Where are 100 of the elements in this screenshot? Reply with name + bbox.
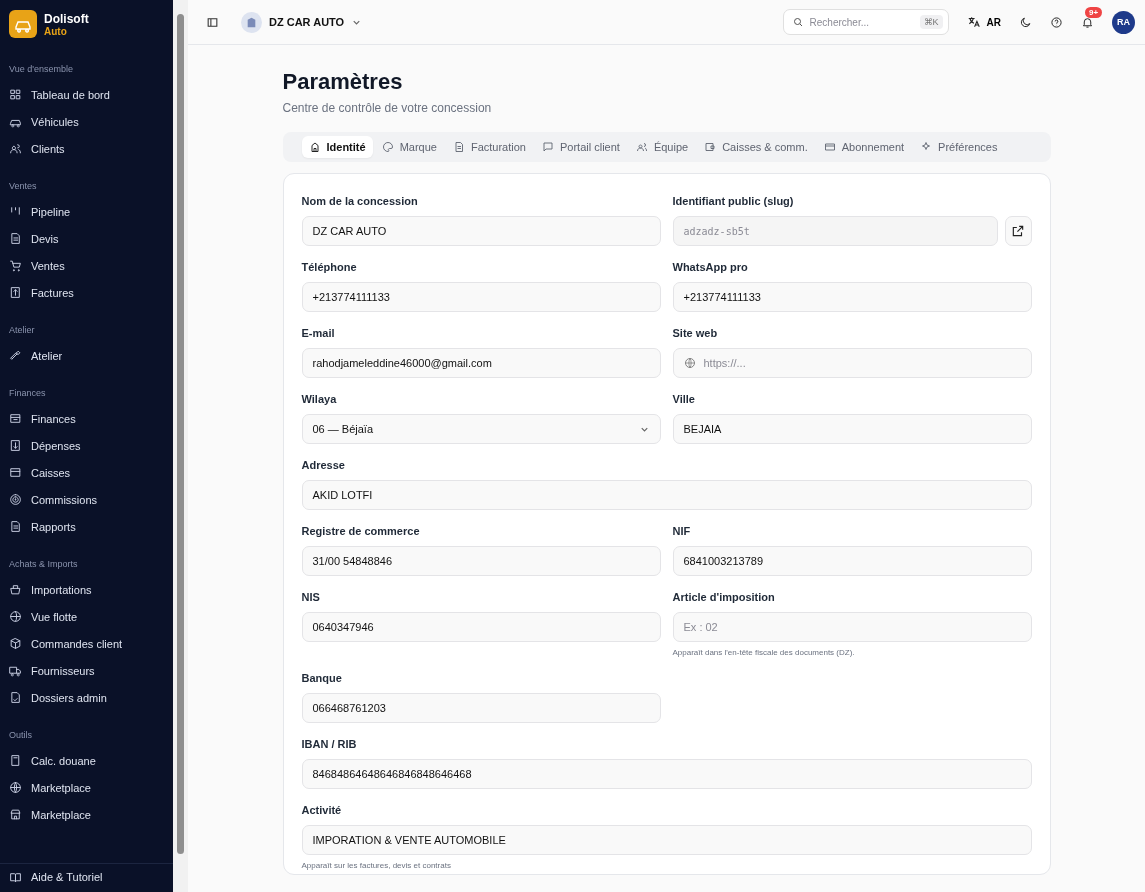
sidebar-toggle-icon[interactable]	[206, 15, 219, 29]
nav-item[interactable]: Pipeline	[0, 198, 173, 225]
nav-icon	[9, 349, 22, 362]
nav-item[interactable]: Atelier	[0, 342, 173, 369]
nav-icon	[9, 754, 22, 767]
nav-item[interactable]: Calc. douane	[0, 747, 173, 774]
field-label: WhatsApp pro	[672, 260, 749, 274]
field-label: Registre de commerce	[301, 524, 421, 538]
tab[interactable]: Équipe	[628, 136, 696, 158]
tab[interactable]: Facturation	[445, 136, 533, 158]
bell-icon[interactable]	[1081, 15, 1094, 29]
tab[interactable]: Abonnement	[816, 136, 912, 158]
nav-icon	[9, 610, 22, 623]
nav-item[interactable]: Finances	[0, 405, 173, 432]
brand-name: Dolisoft	[44, 11, 89, 26]
url-placeholder: https://...	[703, 357, 746, 369]
user-avatar[interactable]: RA	[1112, 10, 1135, 34]
nav-item[interactable]: Fournisseurs	[0, 657, 173, 684]
section-title: Outils	[8, 729, 33, 742]
text-field[interactable]: 6841003213789	[672, 546, 1032, 576]
translate-icon	[966, 15, 981, 29]
nav-icon	[9, 664, 22, 677]
section-title: Achats & Imports	[8, 558, 79, 571]
nav-item[interactable]: Ventes	[0, 252, 173, 279]
tab-icon	[704, 141, 717, 153]
nav-item[interactable]: Commissions	[0, 486, 173, 513]
nav-item[interactable]: Marketplace	[0, 801, 173, 828]
nav-icon	[9, 412, 22, 425]
text-field[interactable]: rahodjameleddine46000@gmail.com	[301, 348, 661, 378]
field-hint: Apparaît sur les factures, devis et contrats	[301, 861, 452, 870]
nav-icon	[9, 808, 22, 821]
nav-item[interactable]: Dépenses	[0, 432, 173, 459]
section-title: Vue d'ensemble	[8, 63, 74, 76]
nav-item[interactable]: Dossiers admin	[0, 684, 173, 711]
language-button[interactable]: AR	[966, 15, 1001, 29]
tab-icon	[920, 141, 933, 153]
tab-icon	[823, 141, 836, 153]
globe-icon	[683, 357, 696, 369]
nav-icon	[9, 637, 22, 650]
field-label: Ville	[672, 392, 696, 406]
nav-item[interactable]: Véhicules	[0, 108, 173, 135]
tab[interactable]: Marque	[374, 136, 444, 158]
field-label: Activité	[301, 803, 343, 817]
brand-subtitle: Auto	[44, 25, 68, 37]
page-subtitle: Centre de contrôle de votre concession	[282, 101, 493, 115]
text-field[interactable]: 0640347946	[301, 612, 661, 642]
text-field[interactable]: AKID LOTFI	[301, 480, 1032, 510]
nav-item[interactable]: Factures	[0, 279, 173, 306]
tab-icon	[308, 141, 321, 153]
nav-icon	[9, 781, 22, 794]
text-field[interactable]: 84684864648646846848646468	[301, 759, 1032, 789]
select-field[interactable]: 06 — Béjaïa	[301, 414, 661, 444]
nav-icon	[9, 286, 22, 299]
text-field[interactable]: BEJAIA	[672, 414, 1032, 444]
text-field[interactable]: 066468761203	[301, 693, 661, 723]
tab-icon	[541, 141, 554, 153]
nav-icon	[9, 88, 22, 101]
book-icon	[9, 870, 22, 884]
text-field[interactable]: +213774111133	[672, 282, 1032, 312]
building-icon	[241, 11, 262, 33]
nav-item[interactable]: Importations	[0, 576, 173, 603]
section-title: Atelier	[8, 324, 36, 337]
open-link-button[interactable]	[1004, 216, 1032, 246]
nav-item[interactable]: Devis	[0, 225, 173, 252]
nav-item[interactable]: Commandes client	[0, 630, 173, 657]
section-title: Ventes	[8, 180, 38, 193]
text-field[interactable]: +213774111133	[301, 282, 661, 312]
tab[interactable]: Préférences	[913, 136, 1005, 158]
text-field[interactable]: IMPORATION & VENTE AUTOMOBILE	[301, 825, 1032, 855]
tab[interactable]: Identité	[301, 136, 373, 158]
external-link-icon	[1011, 224, 1025, 238]
nav-item[interactable]: Tableau de bord	[0, 81, 173, 108]
nav-item[interactable]: Clients	[0, 135, 173, 162]
moon-icon[interactable]	[1019, 15, 1032, 29]
page-title: Paramètres	[282, 69, 404, 95]
nav-item[interactable]: Rapports	[0, 513, 173, 540]
search-placeholder: Rechercher...	[809, 16, 871, 28]
nav-item[interactable]: Vue flotte	[0, 603, 173, 630]
field-label: Identifiant public (slug)	[672, 194, 795, 208]
field-label: NIF	[672, 524, 692, 538]
help-icon[interactable]	[1050, 15, 1063, 29]
field-hint: Apparaît dans l'en-tête fiscale des documents (DZ).	[672, 648, 856, 657]
nav-icon	[9, 439, 22, 452]
nav-icon	[9, 583, 22, 596]
nav-icon	[9, 493, 22, 506]
nav-icon	[9, 691, 22, 704]
search-field[interactable]: Rechercher... ⌘K	[782, 9, 949, 35]
scrollbar[interactable]	[173, 0, 188, 892]
nav-item[interactable]: Caisses	[0, 459, 173, 486]
field-label: Téléphone	[301, 260, 358, 274]
nav-item[interactable]: Marketplace	[0, 774, 173, 801]
tab-icon	[381, 141, 394, 153]
company-switcher[interactable]: DZ CAR AUTO	[241, 11, 363, 33]
nav-icon	[9, 259, 22, 272]
text-field[interactable]: 31/00 54848846	[301, 546, 661, 576]
nav-icon	[9, 205, 22, 218]
text-field[interactable]: DZ CAR AUTO	[301, 216, 661, 246]
tab[interactable]: Caisses & comm.	[697, 136, 815, 158]
shortcut-hint: ⌘K	[919, 15, 943, 29]
tab[interactable]: Portail client	[534, 136, 627, 158]
